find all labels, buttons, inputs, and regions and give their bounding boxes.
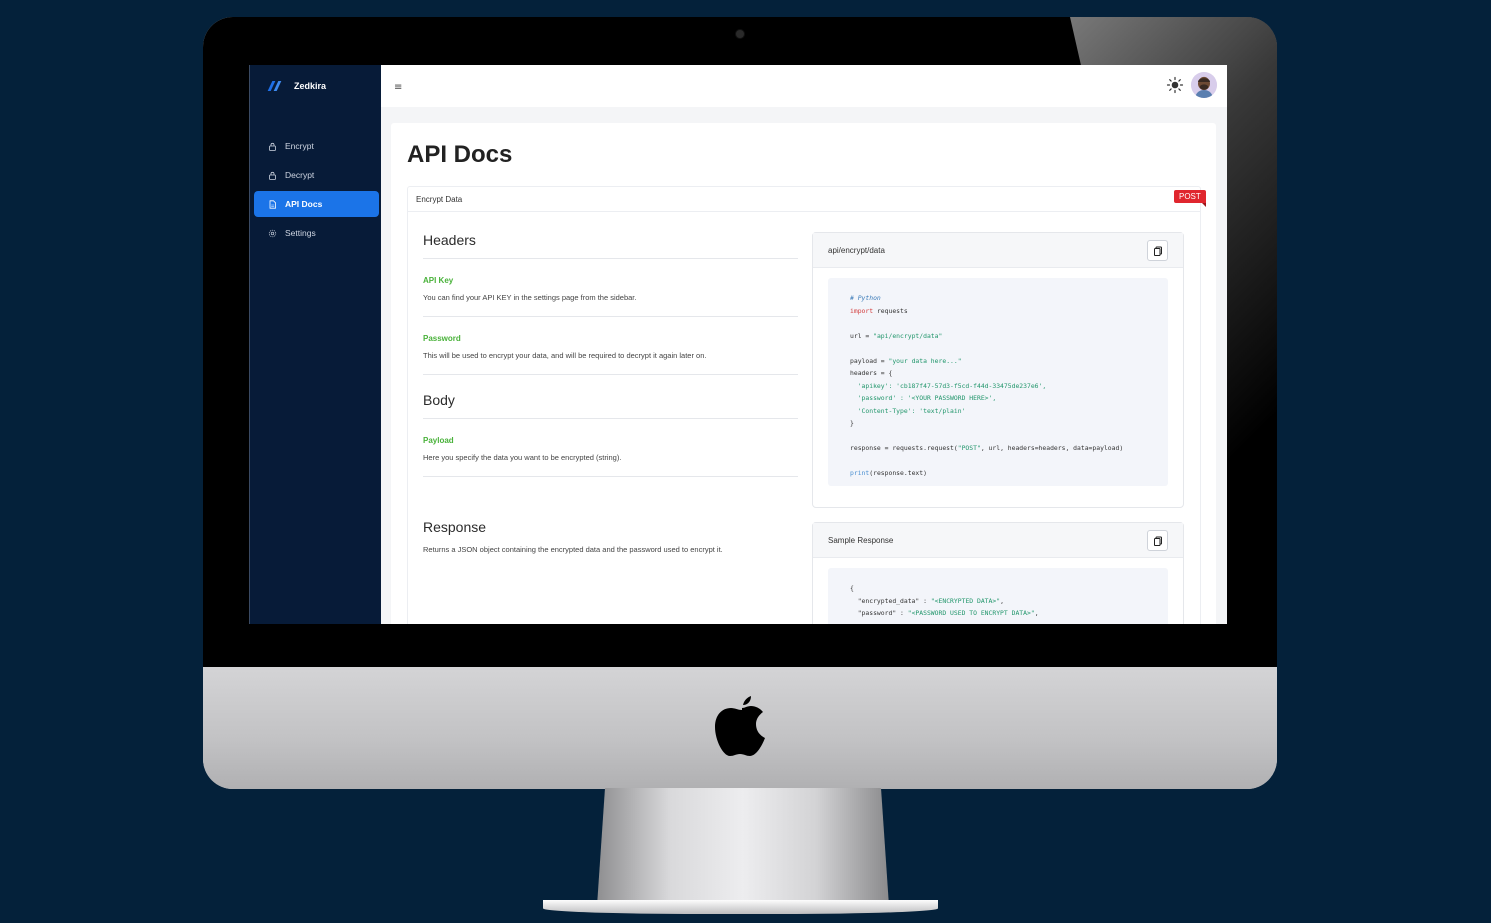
copy-icon bbox=[1153, 246, 1162, 256]
body-title: Body bbox=[423, 392, 455, 408]
sidebar-item-api-docs[interactable]: API Docs bbox=[254, 191, 379, 217]
lock-icon bbox=[268, 142, 277, 151]
code-line: 'password' : '<YOUR PASSWORD HERE>', bbox=[850, 394, 997, 402]
field-desc-payload: Here you specify the data you want to be… bbox=[423, 453, 622, 462]
brand[interactable]: Zedkira bbox=[267, 81, 327, 91]
code-line: print(response.text) bbox=[850, 469, 927, 477]
sample-response-card: Sample Response { "encrypted_data" : "<E… bbox=[812, 522, 1184, 624]
brand-logo-icon bbox=[267, 81, 286, 91]
request-example-title: api/encrypt/data bbox=[828, 245, 885, 255]
copy-button[interactable] bbox=[1147, 240, 1168, 261]
endpoint-header[interactable]: Encrypt Data bbox=[408, 187, 1200, 212]
response-code-block: { "encrypted_data" : "<ENCRYPTED DATA>",… bbox=[828, 568, 1168, 624]
method-badge: POST bbox=[1174, 190, 1206, 207]
request-example-header: api/encrypt/data bbox=[813, 233, 1183, 268]
imac-stand-foot bbox=[543, 900, 938, 914]
sidebar-item-label: API Docs bbox=[285, 199, 323, 209]
code-line: payload = "your data here..." bbox=[850, 356, 962, 365]
headers-title: Headers bbox=[423, 232, 476, 248]
field-name-api-key: API Key bbox=[423, 276, 454, 285]
page-title: API Docs bbox=[407, 141, 513, 168]
sample-response-title: Sample Response bbox=[828, 535, 894, 545]
sun-icon[interactable] bbox=[1166, 76, 1184, 94]
lock-icon bbox=[268, 171, 277, 180]
sidebar-item-label: Encrypt bbox=[285, 141, 314, 151]
code-line: response = requests.request("POST", url,… bbox=[850, 444, 1124, 452]
response-title: Response bbox=[423, 519, 487, 535]
request-code-block: # Python import requests url = "api/encr… bbox=[828, 278, 1168, 486]
code-line: # Python bbox=[850, 294, 881, 302]
sidebar-item-label: Settings bbox=[285, 228, 316, 238]
brand-name: Zedkira bbox=[294, 81, 327, 91]
endpoint-name: Encrypt Data bbox=[416, 194, 463, 204]
sidebar-nav: Encrypt Decrypt API Docs Settings bbox=[254, 133, 379, 249]
sidebar: Zedkira Encrypt Decrypt API Docs Setting… bbox=[249, 65, 381, 624]
code-line: url = "api/encrypt/data" bbox=[850, 331, 943, 340]
camera-icon bbox=[736, 30, 744, 38]
response-desc: Returns a JSON object containing the enc… bbox=[423, 545, 723, 554]
endpoint-docs: Headers API Key You can find your API KE… bbox=[423, 232, 798, 554]
code-line: headers = { bbox=[850, 369, 893, 377]
sidebar-item-decrypt[interactable]: Decrypt bbox=[254, 162, 379, 188]
request-example-card: api/encrypt/data # Python import request… bbox=[812, 232, 1184, 508]
code-line: 'apikey': 'cb187f47-57d3-f5cd-f44d-33475… bbox=[850, 381, 1047, 390]
app-screen: Zedkira Encrypt Decrypt API Docs Setting… bbox=[249, 65, 1227, 624]
hamburger-icon[interactable]: ≡ bbox=[394, 83, 402, 93]
avatar[interactable] bbox=[1191, 72, 1217, 98]
code-line: import requests bbox=[850, 306, 908, 315]
endpoint-card: Encrypt Data POST Headers API Key You ca… bbox=[407, 186, 1206, 624]
sample-response-header: Sample Response bbox=[813, 523, 1183, 558]
main-content: API Docs Encrypt Data POST Headers API K… bbox=[391, 123, 1216, 624]
sidebar-item-settings[interactable]: Settings bbox=[254, 220, 379, 246]
code-line: { bbox=[850, 584, 854, 592]
sidebar-item-encrypt[interactable]: Encrypt bbox=[254, 133, 379, 159]
field-desc-password: This will be used to encrypt your data, … bbox=[423, 351, 707, 360]
code-line: "password" : "<PASSWORD USED TO ENCRYPT … bbox=[850, 609, 1039, 617]
gear-icon bbox=[268, 229, 277, 238]
field-desc-api-key: You can find your API KEY in the setting… bbox=[423, 293, 637, 302]
code-line: 'Content-Type': 'text/plain' bbox=[850, 406, 966, 415]
apple-logo-icon bbox=[715, 696, 765, 756]
code-line: "encrypted_data" : "<ENCRYPTED DATA>", bbox=[850, 596, 1004, 605]
field-name-password: Password bbox=[423, 334, 461, 343]
topbar: ≡ bbox=[381, 65, 1227, 107]
document-icon bbox=[268, 199, 277, 209]
imac-stand bbox=[597, 788, 889, 906]
copy-icon bbox=[1153, 536, 1162, 546]
code-line: } bbox=[850, 419, 854, 427]
field-name-payload: Payload bbox=[423, 436, 454, 445]
copy-button[interactable] bbox=[1147, 530, 1168, 551]
sidebar-item-label: Decrypt bbox=[285, 170, 315, 180]
